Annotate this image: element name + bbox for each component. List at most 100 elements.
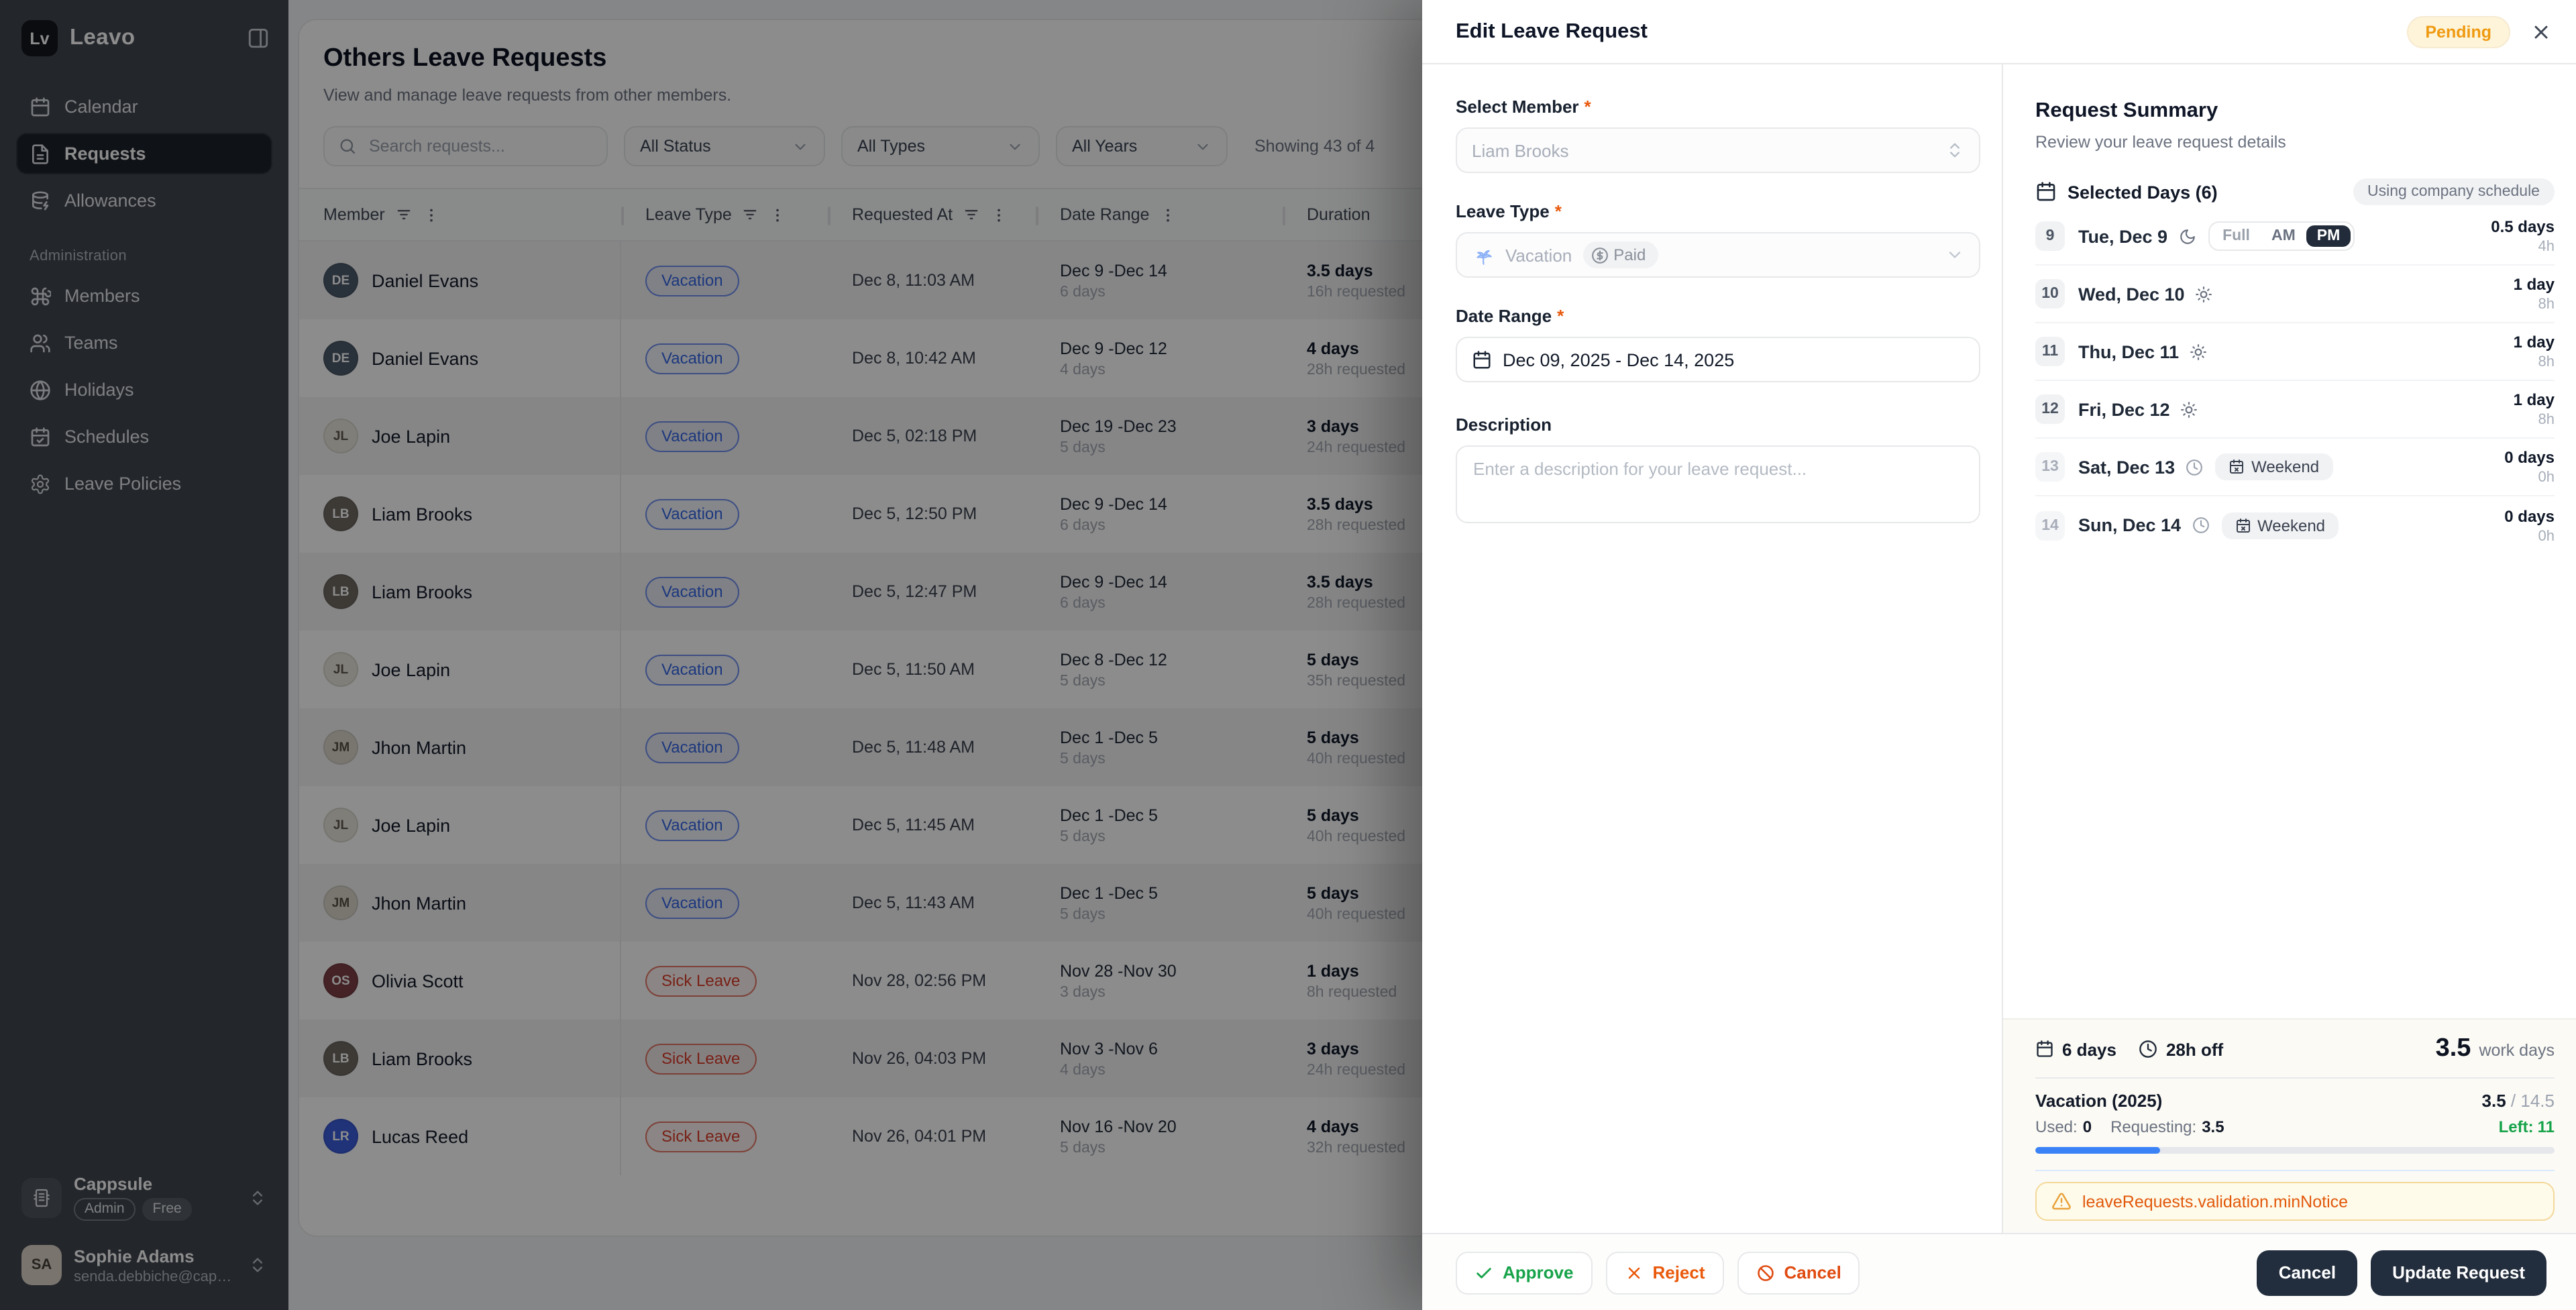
day-number: 10 [2035, 279, 2065, 309]
work-days-value: 3.5 [2435, 1034, 2471, 1062]
day-days-value: 0.5 days [2491, 217, 2555, 236]
day-duration: 0 days 0h [2504, 506, 2555, 544]
day-days-value: 1 day [2513, 333, 2555, 351]
day-number: 13 [2035, 452, 2065, 482]
member-select-value: Liam Brooks [1472, 140, 1569, 160]
requesting-label: Requesting: [2110, 1117, 2197, 1136]
day-label: Tue, Dec 9 [2078, 226, 2168, 246]
day-label: Sat, Dec 13 [2078, 457, 2176, 477]
day-label: Wed, Dec 10 [2078, 284, 2185, 304]
requesting-value: 3.5 [2202, 1117, 2224, 1136]
cancel-button[interactable]: Cancel [2257, 1250, 2358, 1295]
validation-warning: leaveRequests.validation.minNotice [2035, 1182, 2555, 1221]
total-days: 6 days [2035, 1039, 2116, 1059]
update-request-button[interactable]: Update Request [2371, 1250, 2546, 1295]
day-hours-value: 8h [2538, 354, 2555, 370]
day-hours-value: 0h [2538, 470, 2555, 486]
leave-type-select[interactable]: Vacation Paid [1456, 232, 1980, 278]
day-days-value: 1 day [2513, 275, 2555, 294]
weekend-label: Weekend [2257, 516, 2326, 535]
day-number: 11 [2035, 337, 2065, 366]
day-label: Fri, Dec 12 [2078, 399, 2170, 419]
selected-day-row: 11 Thu, Dec 11 1 day 8h [2035, 323, 2555, 381]
allowance-ratio: 3.5 / 14.5 [2481, 1091, 2555, 1111]
app: Lv Leavo Calendar Requests Allowances Admi… [0, 0, 2576, 1310]
date-range-label: Date Range * [1456, 306, 1564, 326]
left-value: Left: 11 [2498, 1117, 2555, 1136]
request-summary-panel: Request Summary Review your leave reques… [2002, 64, 2576, 1233]
leave-type-label: Leave Type * [1456, 201, 1562, 221]
select-member-label: Select Member * [1456, 97, 1591, 117]
day-duration: 1 day 8h [2514, 275, 2555, 313]
paid-badge: Paid [1582, 241, 1658, 268]
day-duration: 0.5 days 4h [2491, 217, 2555, 255]
day-hours-value: 8h [2538, 412, 2555, 428]
sun-icon [2196, 285, 2213, 303]
modal-header: Edit Leave Request Pending [1422, 0, 2576, 64]
member-select[interactable]: Liam Brooks [1456, 127, 1980, 173]
summary-subtitle: Review your leave request details [2035, 133, 2286, 152]
summary-footer: 6 days 28h off 3.5 work days Vacation (2… [2003, 1018, 2576, 1233]
edit-leave-request-modal: Edit Leave Request Pending Select Member… [1422, 0, 2576, 1310]
date-range-value: Dec 09, 2025 - Dec 14, 2025 [1503, 349, 1735, 370]
period-option-pm[interactable]: PM [2306, 225, 2351, 247]
day-days-value: 0 days [2504, 506, 2555, 525]
work-days-label: work days [2479, 1041, 2555, 1060]
day-label: Thu, Dec 11 [2078, 341, 2180, 362]
allowance-name: Vacation (2025) [2035, 1091, 2163, 1111]
modal-footer: Approve Reject Cancel Cancel Update Requ… [1422, 1233, 2576, 1310]
period-option-am[interactable]: AM [2261, 225, 2306, 247]
approve-button[interactable]: Approve [1456, 1251, 1593, 1294]
sun-icon [2181, 400, 2198, 418]
required-mark: * [1584, 97, 1591, 117]
selected-day-row: 12 Fri, Dec 12 1 day 8h [2035, 381, 2555, 439]
clock-icon [2186, 458, 2203, 476]
description-label: Description [1456, 415, 1552, 435]
reject-button[interactable]: Reject [1605, 1251, 1724, 1294]
day-hours-value: 4h [2538, 239, 2555, 255]
chevrons-up-down-icon [1945, 141, 1964, 160]
sun-icon [2190, 343, 2207, 360]
palm-tree-icon [1472, 243, 1495, 266]
clock-icon [2139, 1040, 2158, 1058]
weekend-badge: Weekend [2221, 512, 2339, 539]
close-icon[interactable] [2530, 21, 2552, 42]
total-hours: 28h off [2139, 1039, 2223, 1059]
moon-icon [2178, 227, 2196, 245]
day-duration: 1 day 8h [2514, 333, 2555, 370]
selected-day-row: 9 Tue, Dec 9 Full AM PM 0.5 days 4h [2035, 208, 2555, 266]
cancel-request-button[interactable]: Cancel [1737, 1251, 1860, 1294]
divider [2035, 1170, 2555, 1171]
description-textarea[interactable] [1456, 445, 1980, 523]
day-period-toggle[interactable]: Full AM PM [2208, 221, 2355, 251]
selected-day-row: 10 Wed, Dec 10 1 day 8h [2035, 266, 2555, 323]
date-range-input[interactable]: Dec 09, 2025 - Dec 14, 2025 [1456, 337, 1980, 382]
period-option-full[interactable]: Full [2212, 225, 2261, 247]
day-duration: 0 days 0h [2504, 448, 2555, 486]
weekend-badge: Weekend [2215, 453, 2333, 480]
x-icon [1624, 1263, 1643, 1282]
day-duration: 1 day 8h [2514, 390, 2555, 428]
day-number: 9 [2035, 221, 2065, 251]
ban-icon [1756, 1263, 1775, 1282]
calendar-icon [1472, 349, 1492, 370]
selected-days-list: 9 Tue, Dec 9 Full AM PM 0.5 days 4h 10 Wed, Dec … [2003, 205, 2576, 554]
calendar-icon [2035, 1040, 2054, 1058]
used-label: Used: [2035, 1117, 2078, 1136]
calendar-x-icon [2235, 517, 2251, 533]
divider [2035, 1077, 2555, 1079]
day-hours-value: 0h [2538, 528, 2555, 544]
required-mark: * [1557, 306, 1564, 326]
used-value: 0 [2082, 1117, 2092, 1136]
weekend-label: Weekend [2251, 457, 2320, 476]
warning-triangle-icon [2051, 1191, 2072, 1211]
day-number: 14 [2035, 510, 2065, 540]
clock-icon [2192, 516, 2209, 534]
schedule-badge: Using company schedule [2353, 178, 2555, 205]
dollar-circle-icon [1591, 246, 1608, 264]
status-badge: Pending [2406, 15, 2510, 48]
selected-days-label: Selected Days (6) [2068, 182, 2218, 202]
day-days-value: 0 days [2504, 448, 2555, 467]
day-number: 12 [2035, 394, 2065, 424]
chevron-down-icon [1945, 245, 1964, 264]
